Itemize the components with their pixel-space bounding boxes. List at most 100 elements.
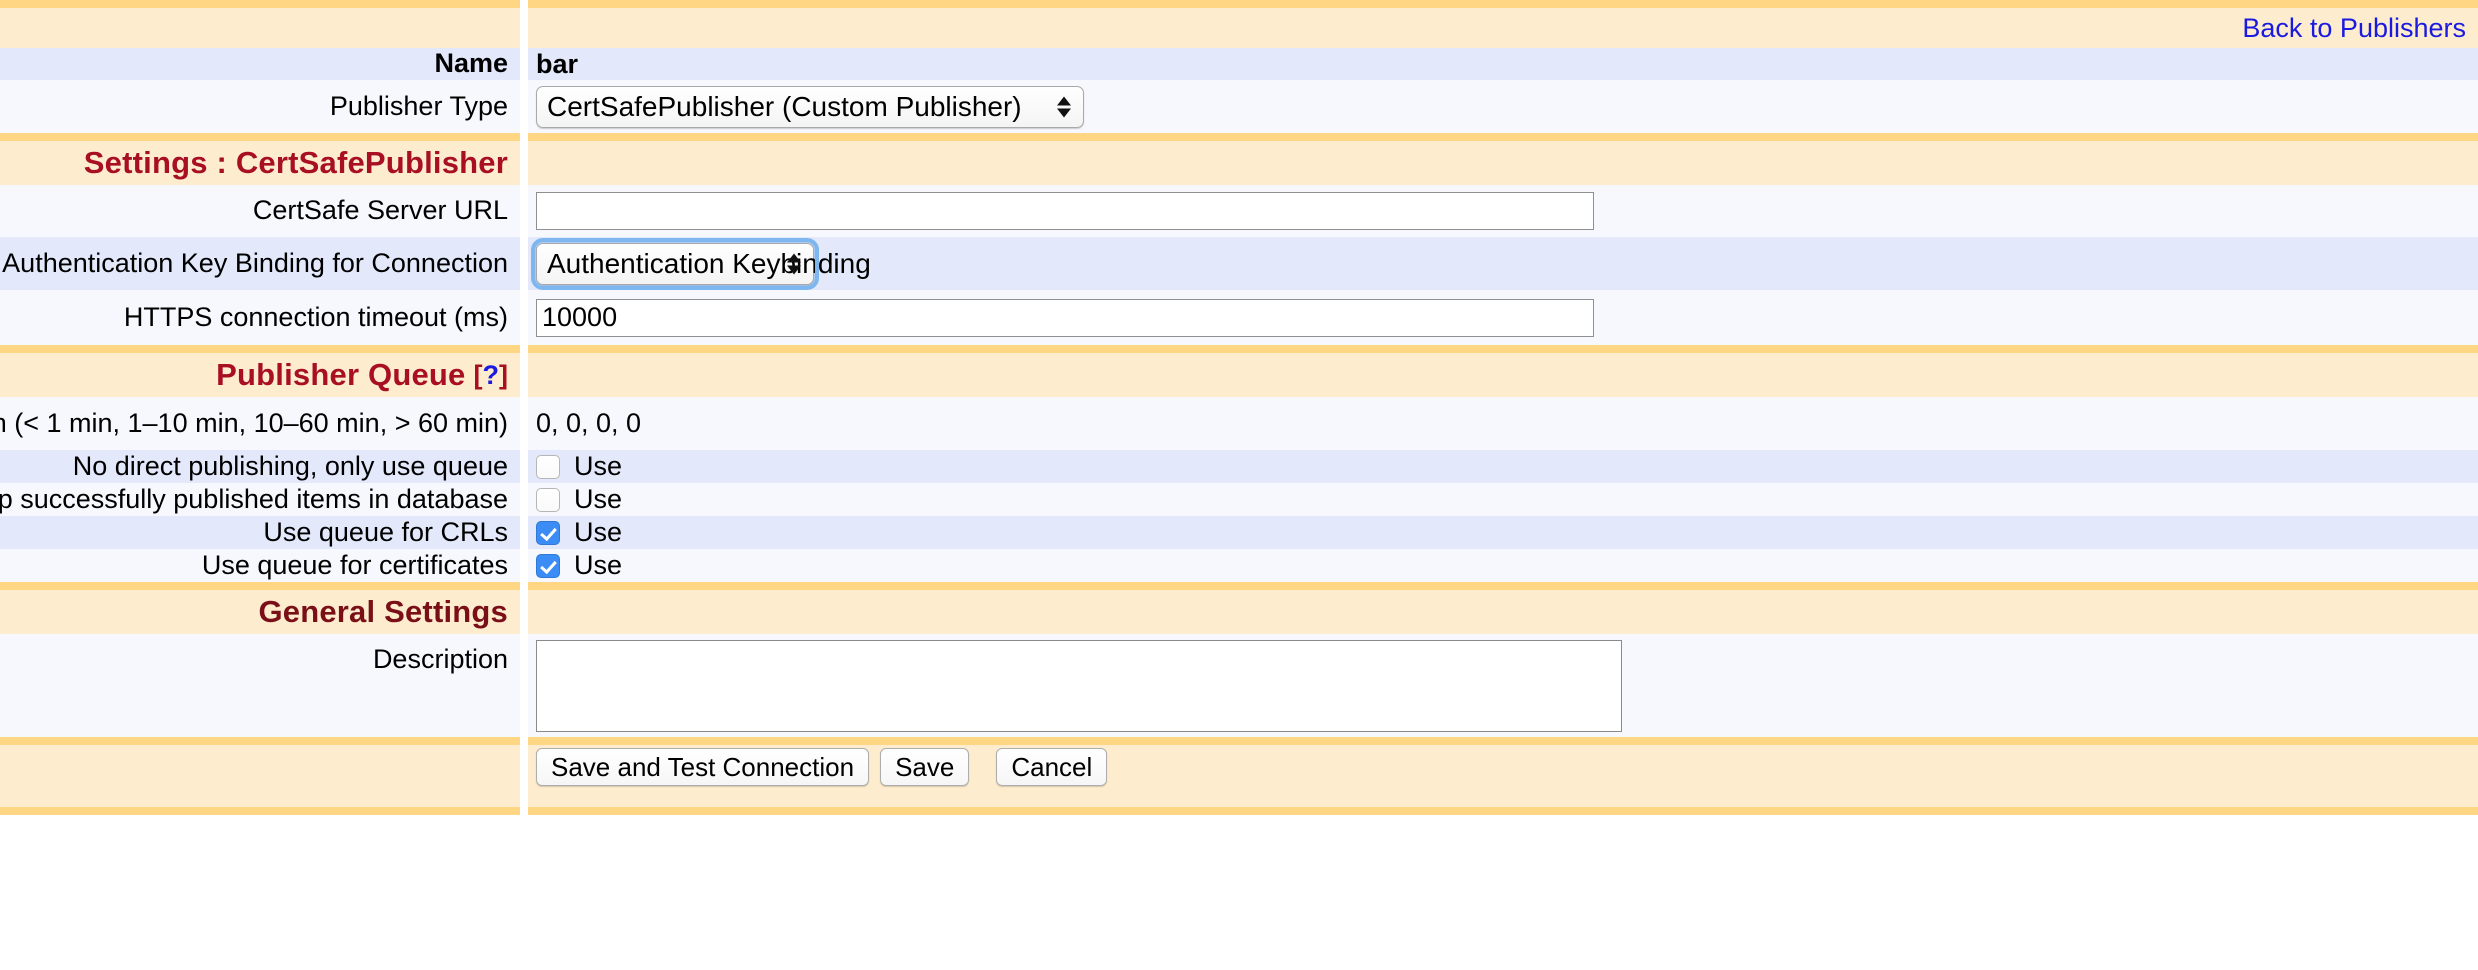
top-accent-right <box>528 0 2478 8</box>
description-label: Description <box>373 644 508 675</box>
queue-section-accent <box>0 345 2478 353</box>
queue-row-value-cell: Use <box>528 516 2478 549</box>
timeout-label: HTTPS connection timeout (ms) <box>124 302 508 333</box>
queue-checkbox[interactable] <box>536 488 560 512</box>
description-label-cell: Description <box>0 634 520 737</box>
publisher-edit-page: Back to Publishers Name bar Publisher Ty… <box>0 0 2478 970</box>
queue-section-title: Publisher Queue <box>216 357 465 393</box>
general-section-header-spacer <box>528 590 2478 634</box>
auth-keybinding-select[interactable]: Authentication Keybinding <box>536 243 814 285</box>
settings-section-title-cell: Settings : CertSafePublisher <box>0 141 520 185</box>
queue-row-use-queue-for-crls: Use queue for CRLs Use <box>0 516 2478 549</box>
queue-row-label: Use queue for certificates <box>202 550 508 581</box>
queue-help-close-bracket: ] <box>499 360 508 391</box>
publisher-type-value-cell: CertSafePublisher (Custom Publisher) <box>528 80 2478 133</box>
queue-row-label-cell: Keep successfully published items in dat… <box>0 483 520 516</box>
queue-checkbox-label: Use <box>574 517 622 548</box>
back-link-row: Back to Publishers <box>0 8 2478 48</box>
actions-row: Save and Test Connection Save Cancel <box>0 745 2478 789</box>
queue-row-label-cell: Use queue for CRLs <box>0 516 520 549</box>
queue-help-open-bracket: [ <box>474 360 483 391</box>
bottom-filler <box>0 789 2478 807</box>
cancel-button[interactable]: Cancel <box>996 748 1107 786</box>
current-length-label-cell: Current length (< 1 min, 1–10 min, 10–60… <box>0 397 520 450</box>
queue-row-label: Keep successfully published items in dat… <box>0 484 508 515</box>
queue-row-keep-published-items: Keep successfully published items in dat… <box>0 483 2478 516</box>
queue-section-title-cell: Publisher Queue [?] <box>0 353 520 397</box>
queue-checkbox-label: Use <box>574 451 622 482</box>
auth-keybinding-row: Authentication Key Binding for Connectio… <box>0 237 2478 290</box>
queue-checkbox-wrap[interactable]: Use <box>536 550 622 581</box>
queue-row-value-cell: Use <box>528 549 2478 582</box>
publisher-type-select[interactable]: CertSafePublisher (Custom Publisher) <box>536 86 1084 128</box>
server-url-input[interactable] <box>536 192 1594 230</box>
auth-keybinding-label: Authentication Key Binding for Connectio… <box>2 248 508 279</box>
description-row: Description <box>0 634 2478 737</box>
server-url-row: CertSafe Server URL <box>0 185 2478 237</box>
current-length-value-cell: 0, 0, 0, 0 <box>528 397 2478 450</box>
timeout-input[interactable] <box>536 299 1594 337</box>
queue-checkbox-label: Use <box>574 550 622 581</box>
current-length-label: Current length (< 1 min, 1–10 min, 10–60… <box>0 408 508 439</box>
name-label-cell: Name <box>0 48 520 80</box>
queue-row-no-direct-publishing: No direct publishing, only use queue Use <box>0 450 2478 483</box>
publisher-type-label-cell: Publisher Type <box>0 80 520 133</box>
current-length-value: 0, 0, 0, 0 <box>536 408 641 439</box>
queue-checkbox-wrap[interactable]: Use <box>536 484 622 515</box>
back-link-cell: Back to Publishers <box>528 8 2478 48</box>
publisher-type-label: Publisher Type <box>330 91 508 122</box>
name-label: Name <box>434 48 508 79</box>
bottom-accent-bar <box>0 807 2478 815</box>
column-gutter <box>520 0 528 8</box>
queue-row-value-cell: Use <box>528 450 2478 483</box>
back-to-publishers-link[interactable]: Back to Publishers <box>2242 13 2466 44</box>
auth-keybinding-select-value: Authentication Keybinding <box>547 248 871 280</box>
actions-value-cell: Save and Test Connection Save Cancel <box>528 745 2478 789</box>
queue-row-label-cell: No direct publishing, only use queue <box>0 450 520 483</box>
server-url-label-cell: CertSafe Server URL <box>0 185 520 237</box>
save-button[interactable]: Save <box>880 748 969 786</box>
settings-section-header-spacer <box>528 141 2478 185</box>
queue-help-link[interactable]: ? <box>483 360 500 391</box>
queue-row-label: Use queue for CRLs <box>263 517 508 548</box>
actions-accent <box>0 737 2478 745</box>
top-accent-bar <box>0 0 2478 8</box>
settings-section-header-row: Settings : CertSafePublisher <box>0 141 2478 185</box>
queue-checkbox[interactable] <box>536 455 560 479</box>
save-and-test-connection-button[interactable]: Save and Test Connection <box>536 748 869 786</box>
actions-label-cell <box>0 745 520 789</box>
timeout-row: HTTPS connection timeout (ms) <box>0 290 2478 345</box>
top-accent-left <box>0 0 520 8</box>
auth-keybinding-value-cell: Authentication Keybinding <box>528 237 2478 290</box>
general-section-title-cell: General Settings <box>0 590 520 634</box>
description-textarea[interactable] <box>536 640 1622 732</box>
chevron-up-down-icon <box>787 253 801 274</box>
timeout-value-cell <box>528 290 2478 345</box>
queue-section-header-row: Publisher Queue [?] <box>0 353 2478 397</box>
auth-keybinding-label-cell: Authentication Key Binding for Connectio… <box>0 237 520 290</box>
queue-checkbox[interactable] <box>536 554 560 578</box>
general-section-accent <box>0 582 2478 590</box>
timeout-label-cell: HTTPS connection timeout (ms) <box>0 290 520 345</box>
queue-checkbox-label: Use <box>574 484 622 515</box>
queue-checkbox-wrap[interactable]: Use <box>536 517 622 548</box>
action-buttons: Save and Test Connection Save Cancel <box>536 748 1107 786</box>
name-value: bar <box>536 49 578 80</box>
chevron-up-down-icon <box>1057 96 1071 117</box>
description-value-cell <box>528 634 2478 737</box>
settings-section-title: Settings : CertSafePublisher <box>84 145 508 181</box>
settings-section-accent <box>0 133 2478 141</box>
current-length-row: Current length (< 1 min, 1–10 min, 10–60… <box>0 397 2478 450</box>
queue-checkbox-wrap[interactable]: Use <box>536 451 622 482</box>
general-section-header-row: General Settings <box>0 590 2478 634</box>
name-row: Name bar <box>0 48 2478 80</box>
queue-row-label: No direct publishing, only use queue <box>73 451 508 482</box>
queue-row-value-cell: Use <box>528 483 2478 516</box>
queue-checkbox[interactable] <box>536 521 560 545</box>
name-value-cell: bar <box>528 48 2478 80</box>
server-url-label: CertSafe Server URL <box>253 195 508 226</box>
queue-row-use-queue-for-certificates: Use queue for certificates Use <box>0 549 2478 582</box>
publisher-type-select-value: CertSafePublisher (Custom Publisher) <box>547 91 1022 123</box>
general-section-title: General Settings <box>258 594 508 630</box>
queue-row-label-cell: Use queue for certificates <box>0 549 520 582</box>
